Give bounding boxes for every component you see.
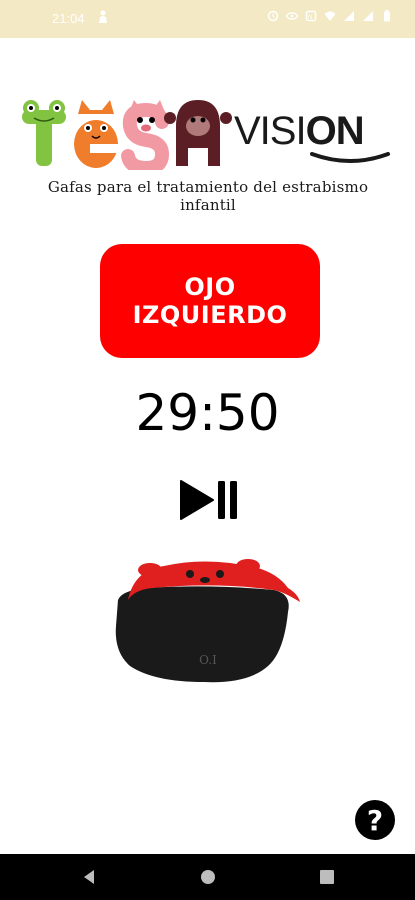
back-icon[interactable] (80, 868, 98, 886)
logo-letter-s-pig (121, 100, 170, 170)
countdown-timer: 29:50 (135, 384, 280, 442)
logo-letter-t-frog (22, 100, 66, 166)
home-icon[interactable] (199, 868, 217, 886)
logo-brand-text: VISION (234, 109, 364, 153)
svg-text:N: N (308, 15, 312, 21)
navigation-bar (0, 854, 415, 900)
battery-icon (384, 10, 390, 22)
logo-letter-e-fox (74, 100, 120, 168)
eye-selection-button[interactable]: OJO IZQUIERDO (100, 244, 320, 358)
status-bar: 21:04 N (0, 0, 415, 38)
glasses-lens-label: O.I (199, 653, 217, 667)
recents-icon[interactable] (318, 868, 336, 886)
play-pause-icon[interactable] (178, 478, 240, 522)
status-icons: N (267, 10, 393, 22)
help-button[interactable]: ? (355, 800, 395, 840)
nfc-icon: N (305, 10, 317, 22)
logo-tagline: Gafas para el tratamiento del estrabismo… (47, 178, 369, 214)
status-time: 21:04 (52, 11, 85, 26)
signal-icon-2 (363, 11, 373, 21)
eye-icon (286, 12, 298, 20)
tesa-vision-logo: VISION (22, 100, 390, 170)
person-icon (99, 10, 107, 23)
logo-letter-a-gorilla (164, 100, 232, 166)
glasses-illustration: O.I (115, 559, 300, 683)
alarm-icon (267, 10, 279, 22)
wifi-icon (324, 11, 336, 21)
signal-icon (344, 11, 354, 21)
